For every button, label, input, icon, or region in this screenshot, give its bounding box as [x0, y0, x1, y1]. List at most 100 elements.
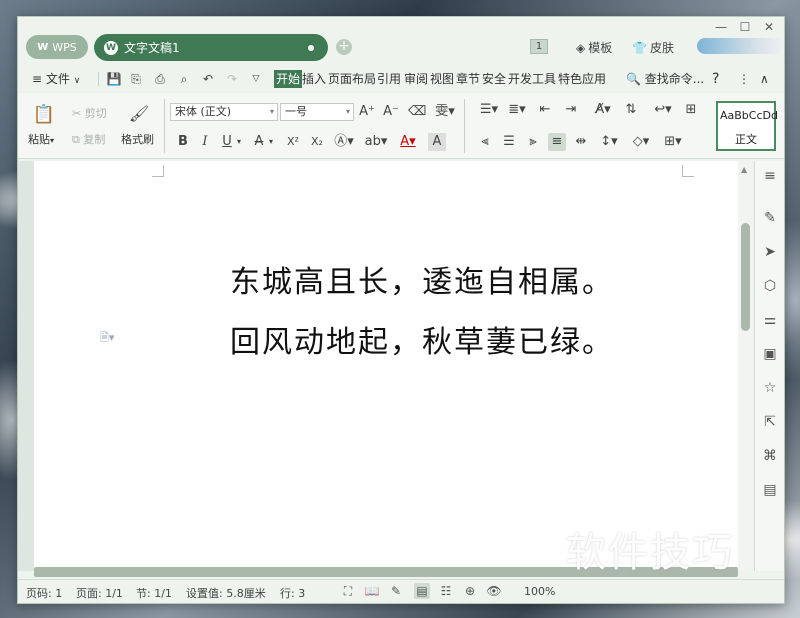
- shrink-font-icon[interactable]: A⁻: [382, 103, 400, 121]
- menu-tab-view[interactable]: 视图: [430, 70, 454, 88]
- status-row[interactable]: 行: 3: [280, 585, 305, 601]
- minimize-button[interactable]: —: [710, 19, 732, 35]
- close-button[interactable]: ✕: [758, 19, 780, 35]
- status-page-count[interactable]: 页面: 1/1: [76, 585, 123, 601]
- page-badge[interactable]: 1: [530, 39, 548, 54]
- bold-button[interactable]: B: [174, 133, 192, 151]
- export-icon[interactable]: ⎘: [128, 71, 144, 87]
- italic-button[interactable]: I: [196, 133, 214, 151]
- sort-icon[interactable]: ⇅: [622, 101, 640, 119]
- fullscreen-icon[interactable]: ⛶: [340, 583, 356, 599]
- paste-button[interactable]: 粘贴▾: [28, 131, 54, 147]
- show-hide-marks-icon[interactable]: ↩▾: [650, 101, 676, 119]
- paste-icon[interactable]: 📋: [32, 103, 56, 127]
- write-mode-icon[interactable]: ✎: [388, 583, 404, 599]
- menu-tab-review[interactable]: 审阅: [404, 70, 428, 88]
- archive-icon[interactable]: ▤: [761, 481, 779, 499]
- subscript-button[interactable]: X₂: [306, 133, 328, 151]
- justify-icon[interactable]: ≡: [548, 133, 566, 151]
- help-button[interactable]: ?: [712, 70, 719, 88]
- font-color-icon[interactable]: A▾: [396, 133, 420, 151]
- copy-button[interactable]: ⧉ 复制: [72, 131, 105, 147]
- menu-tab-chapter[interactable]: 章节: [456, 70, 480, 88]
- menu-tab-developer[interactable]: 开发工具: [508, 70, 556, 88]
- add-tab-button[interactable]: +: [336, 39, 352, 55]
- image-icon[interactable]: ▣: [761, 345, 779, 363]
- customize-dropdown-icon[interactable]: ▽: [248, 71, 264, 87]
- superscript-button[interactable]: X²: [282, 133, 304, 151]
- text-effect-icon[interactable]: Ⓐ▾: [332, 133, 356, 151]
- clear-format-icon[interactable]: ⌫: [408, 103, 426, 121]
- status-section[interactable]: 节: 1/1: [136, 585, 172, 601]
- menu-tab-insert[interactable]: 插入: [302, 70, 326, 88]
- font-name-select[interactable]: 宋体 (正文) ▾: [170, 103, 278, 121]
- numbered-list-icon[interactable]: ≣▾: [504, 101, 530, 119]
- scroll-up-icon[interactable]: ▲: [741, 165, 747, 174]
- command-search[interactable]: 🔍 查找命令...: [626, 70, 704, 88]
- outline-view-icon[interactable]: ☷: [438, 583, 454, 599]
- phonetic-guide-icon[interactable]: 雯▾: [432, 103, 458, 121]
- menu-tab-page-layout[interactable]: 页面布局: [328, 70, 376, 88]
- maximize-button[interactable]: ☐: [734, 19, 756, 35]
- menu-lines-icon[interactable]: ≡: [761, 167, 779, 185]
- line-spacing-icon[interactable]: ↕▾: [596, 133, 622, 151]
- star-icon[interactable]: ☆: [761, 379, 779, 397]
- align-center-icon[interactable]: ☰: [500, 133, 518, 151]
- print-icon[interactable]: ⎙: [152, 71, 168, 87]
- skin-button[interactable]: 👕 皮肤: [632, 39, 674, 56]
- increase-indent-icon[interactable]: ⇥: [562, 101, 580, 119]
- shapes-icon[interactable]: ⬡: [761, 277, 779, 295]
- status-setting-value[interactable]: 设置值: 5.8厘米: [186, 585, 266, 601]
- more-options-button[interactable]: ⋮: [738, 70, 750, 88]
- menu-tab-home[interactable]: 开始: [274, 70, 303, 88]
- char-shading-icon[interactable]: A: [428, 133, 446, 151]
- decrease-indent-icon[interactable]: ⇤: [536, 101, 554, 119]
- wps-home-tab[interactable]: W WPS: [26, 35, 88, 59]
- share-icon[interactable]: ⇱: [761, 413, 779, 431]
- status-page-number[interactable]: 页码: 1: [26, 585, 62, 601]
- format-painter-button[interactable]: 格式刷: [121, 131, 154, 147]
- menu-tab-references[interactable]: 引用: [377, 70, 401, 88]
- web-view-icon[interactable]: ⊕: [462, 583, 478, 599]
- undo-icon[interactable]: ↶: [200, 71, 216, 87]
- save-icon[interactable]: 💾: [106, 71, 122, 87]
- menu-tab-features[interactable]: 特色应用: [558, 70, 606, 88]
- bullet-list-icon[interactable]: ☰▾: [476, 101, 502, 119]
- collapse-ribbon-button[interactable]: ∧: [760, 70, 769, 88]
- highlight-icon[interactable]: ab▾: [362, 133, 390, 151]
- vertical-scroll-thumb[interactable]: [741, 223, 750, 331]
- translate-icon[interactable]: ⌘: [761, 447, 779, 465]
- divider: [464, 99, 465, 153]
- align-left-icon[interactable]: ⫷: [476, 133, 494, 151]
- align-right-icon[interactable]: ⫸: [524, 133, 542, 151]
- reading-mode-icon[interactable]: 📖: [364, 583, 380, 599]
- format-painter-icon[interactable]: 🖌: [128, 103, 150, 125]
- distributed-align-icon[interactable]: ⇹: [572, 133, 590, 151]
- table-borders-icon[interactable]: ⊞: [682, 101, 700, 119]
- menu-tab-security[interactable]: 安全: [482, 70, 506, 88]
- document-page[interactable]: 🗎▾ 东城高且长，逶迤自相属。 回风动地起，秋草萋已绿。: [34, 161, 738, 571]
- chinese-layout-icon[interactable]: A̸▾: [590, 101, 616, 119]
- template-button[interactable]: ◈ 模板: [576, 39, 612, 56]
- document-tab[interactable]: W 文字文稿1: [94, 34, 328, 61]
- user-account-area[interactable]: [697, 38, 783, 54]
- cursor-icon[interactable]: ➤: [761, 243, 779, 261]
- file-menu[interactable]: ≡ 文件 ∨: [32, 70, 80, 88]
- cut-button[interactable]: ✂ 剪切: [72, 105, 107, 121]
- eye-protection-icon[interactable]: 👁: [486, 583, 502, 599]
- zoom-level[interactable]: 100%: [524, 585, 555, 598]
- page-view-icon[interactable]: ▤: [414, 583, 430, 599]
- strikethrough-dropdown-icon[interactable]: ▾: [266, 133, 276, 151]
- paragraph-layout-icon[interactable]: 🗎▾: [100, 329, 114, 348]
- underline-dropdown-icon[interactable]: ▾: [234, 133, 244, 151]
- font-size-select[interactable]: 一号 ▾: [280, 103, 354, 121]
- borders-icon[interactable]: ⊞▾: [660, 133, 686, 151]
- style-normal-card[interactable]: AaBbCcDd 正文: [716, 101, 778, 151]
- redo-icon[interactable]: ↷: [224, 71, 240, 87]
- sliders-icon[interactable]: ⚌: [761, 311, 779, 329]
- pen-icon[interactable]: ✎: [761, 209, 779, 227]
- vertical-scrollbar[interactable]: ▲: [738, 161, 752, 571]
- print-preview-icon[interactable]: ⌕: [176, 71, 192, 87]
- grow-font-icon[interactable]: A⁺: [358, 103, 376, 121]
- shading-icon[interactable]: ◇▾: [628, 133, 654, 151]
